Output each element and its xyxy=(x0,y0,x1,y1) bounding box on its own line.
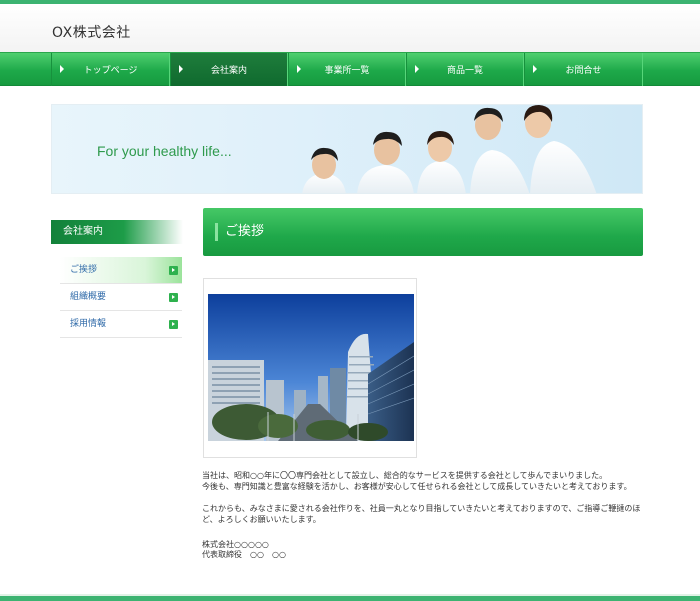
photo-frame xyxy=(203,278,417,458)
sidebar-item-label: 組織概要 xyxy=(70,292,107,302)
sidebar-item-label: 採用情報 xyxy=(70,319,107,329)
chevron-right-icon xyxy=(415,65,419,73)
chevron-right-icon xyxy=(297,65,301,73)
arrow-right-icon xyxy=(169,266,178,275)
nav-item-label: お問合せ xyxy=(565,66,602,76)
chevron-right-icon xyxy=(179,65,183,73)
nav-item-offices[interactable]: 事業所一覧 xyxy=(288,53,406,86)
greeting-paragraph-1-line-1: 当社は、昭和○○年に〇〇専門会社として設立し、総合的なサービスを提供する会社とし… xyxy=(202,471,608,480)
nav-item-label: 商品一覧 xyxy=(446,66,483,76)
nav-item-label: 会社案内 xyxy=(210,66,247,76)
header: OX株式会社 xyxy=(0,4,700,52)
footer-accent-bar xyxy=(0,594,700,601)
signature-block: 株式会社○○○○○ 代表取締役 ○○ ○○ xyxy=(202,540,286,560)
hero-people-image xyxy=(302,105,597,193)
sidebar-title: 会社案内 xyxy=(51,220,183,244)
city-photo xyxy=(208,294,414,441)
page-title: ご挨拶 xyxy=(203,208,643,256)
signature-name: 代表取締役 ○○ ○○ xyxy=(202,550,286,559)
sidebar-item-recruit[interactable]: 採用情報 xyxy=(60,311,182,338)
nav-item-top[interactable]: トップページ xyxy=(51,53,170,86)
site-logo[interactable]: OX株式会社 xyxy=(52,22,131,42)
nav-item-label: トップページ xyxy=(83,66,138,76)
arrow-right-icon xyxy=(169,293,178,302)
nav-item-label: 事業所一覧 xyxy=(324,66,370,76)
chevron-right-icon xyxy=(60,65,64,73)
sidebar-item-organization[interactable]: 組織概要 xyxy=(60,284,182,311)
hero-banner: For your healthy life... xyxy=(51,104,643,194)
greeting-paragraph-1-line-2: 今後も、専門知識と豊富な経験を活かし、お客様が安心して任せられる会社として成長し… xyxy=(202,482,632,491)
arrow-right-icon xyxy=(169,320,178,329)
sidebar-item-label: ご挨拶 xyxy=(70,265,98,275)
nav-item-products[interactable]: 商品一覧 xyxy=(406,53,524,86)
sidebar-menu: ご挨拶 組織概要 採用情報 xyxy=(60,257,182,338)
nav-item-company[interactable]: 会社案内 xyxy=(170,53,288,86)
greeting-body: 当社は、昭和○○年に〇〇専門会社として設立し、総合的なサービスを提供する会社とし… xyxy=(202,470,642,536)
sidebar-item-greeting[interactable]: ご挨拶 xyxy=(60,257,182,284)
chevron-right-icon xyxy=(533,65,537,73)
global-nav: トップページ 会社案内 事業所一覧 商品一覧 お問合せ xyxy=(0,52,700,86)
nav-item-contact[interactable]: お問合せ xyxy=(524,53,643,86)
signature-company: 株式会社○○○○○ xyxy=(202,540,269,549)
greeting-paragraph-2: これからも、みなさまに愛される会社作りを、社員一丸となり目指していきたいと考えて… xyxy=(202,504,641,524)
